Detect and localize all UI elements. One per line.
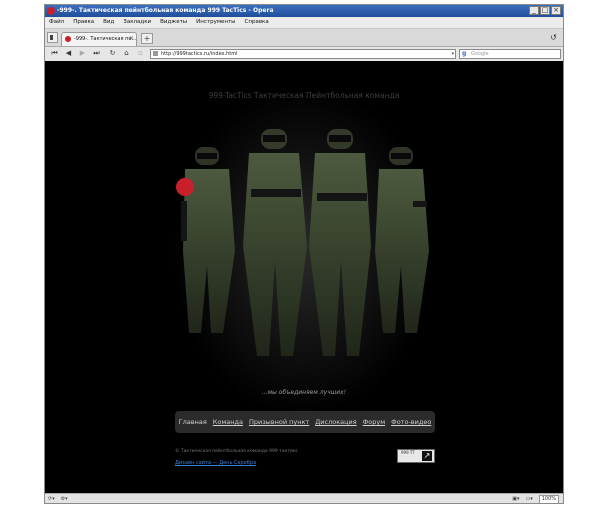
- slogan: ...мы объединяем лучших!: [261, 389, 347, 396]
- soldier-figure: [375, 147, 429, 333]
- forward-icon[interactable]: ▶: [77, 48, 88, 59]
- browser-window: -999-. Тактическая пейнтбольная команда …: [44, 4, 564, 504]
- status-bar: ⟳▾ ⚙▾ ▣▾ ▭▾ 100%: [45, 493, 563, 503]
- nav-link-forum[interactable]: Форум: [363, 418, 385, 426]
- sync-icon[interactable]: ⟳▾: [48, 494, 55, 503]
- close-button[interactable]: ×: [551, 6, 561, 15]
- address-url: http://999tactics.ru/index.html: [161, 51, 238, 57]
- menu-widgets[interactable]: Виджеты: [160, 17, 187, 28]
- counter-badge[interactable]: 999 TT ↗: [397, 449, 435, 463]
- soldier-figure: [243, 129, 307, 356]
- maximize-button[interactable]: □: [540, 6, 550, 15]
- soldier-figure: [176, 147, 235, 333]
- nav-link-team[interactable]: Команда: [213, 418, 243, 426]
- view-toggle-icon[interactable]: ▭▾: [525, 494, 532, 503]
- security-icon[interactable]: ▫: [135, 48, 146, 59]
- rewind-icon[interactable]: ⏮: [49, 48, 60, 59]
- tab-label: -999-. Тактическая пе…: [74, 36, 137, 42]
- site-title: 999-TacTics Тактическая Пейнтбольная ком…: [208, 91, 400, 100]
- panels-toggle-button[interactable]: [47, 32, 58, 43]
- window-controls: _ □ ×: [529, 6, 561, 15]
- status-left: ⟳▾ ⚙▾: [48, 494, 68, 503]
- window-title: -999-. Тактическая пейнтбольная команда …: [57, 7, 274, 14]
- tab-close-icon[interactable]: ×: [129, 33, 134, 45]
- arrow-icon: ↗: [422, 451, 432, 461]
- tab-active[interactable]: -999-. Тактическая пе… ×: [61, 32, 137, 46]
- menu-edit[interactable]: Правка: [73, 17, 94, 28]
- nav-link-home[interactable]: Главная: [179, 418, 207, 426]
- image-toggle-icon[interactable]: ▣▾: [512, 494, 519, 503]
- opera-logo-icon: [47, 7, 55, 15]
- design-credit-link[interactable]: Дизайн сайта — День Серебра: [175, 460, 256, 466]
- address-dropdown-icon[interactable]: ▾: [451, 50, 454, 58]
- search-field[interactable]: g Google: [459, 49, 561, 59]
- title-bar: -999-. Тактическая пейнтбольная команда …: [45, 5, 563, 17]
- page-viewport: 999-TacTics Тактическая Пейнтбольная ком…: [45, 61, 563, 493]
- new-tab-button[interactable]: +: [141, 33, 153, 44]
- reload-icon[interactable]: ↻: [107, 48, 118, 59]
- site-navigation: Главная Команда Призывной пункт Дислокац…: [175, 411, 435, 433]
- menu-tools[interactable]: Инструменты: [196, 17, 235, 28]
- favicon-icon: [65, 36, 71, 42]
- badge-text: 999 TT: [401, 450, 415, 455]
- menu-help[interactable]: Справка: [245, 17, 269, 28]
- nav-link-media[interactable]: Фото-видео: [391, 418, 431, 426]
- nav-link-recruitment[interactable]: Призывной пункт: [249, 418, 309, 426]
- tab-bar: -999-. Тактическая пе… × + ↺: [45, 29, 563, 47]
- zoom-level[interactable]: 100%: [538, 495, 559, 503]
- soldier-figure: [309, 129, 371, 356]
- closed-tabs-trash-icon[interactable]: ↺: [548, 32, 559, 43]
- google-search-icon: g: [462, 50, 467, 57]
- menu-view[interactable]: Вид: [103, 17, 114, 28]
- home-icon[interactable]: ⌂: [121, 48, 132, 59]
- search-placeholder: Google: [471, 51, 489, 57]
- menu-file[interactable]: Файл: [49, 17, 64, 28]
- copyright-text: © Тактическая пейнтбольная команда 999 т…: [175, 449, 299, 454]
- page-icon: [153, 51, 158, 56]
- menu-bookmarks[interactable]: Закладки: [123, 17, 151, 28]
- nav-link-location[interactable]: Дислокация: [315, 418, 356, 426]
- fast-forward-icon[interactable]: ⏭: [91, 48, 102, 59]
- menu-bar: Файл Правка Вид Закладки Виджеты Инструм…: [45, 17, 563, 29]
- settings-gear-icon[interactable]: ⚙▾: [61, 494, 68, 503]
- back-icon[interactable]: ◀: [63, 48, 74, 59]
- address-bar[interactable]: http://999tactics.ru/index.html ▾: [150, 49, 456, 59]
- minimize-button[interactable]: _: [529, 6, 539, 15]
- navigation-bar: ⏮ ◀ ▶ ⏭ ↻ ⌂ ▫ http://999tactics.ru/index…: [45, 47, 563, 62]
- status-right: ▣▾ ▭▾ 100%: [512, 494, 559, 503]
